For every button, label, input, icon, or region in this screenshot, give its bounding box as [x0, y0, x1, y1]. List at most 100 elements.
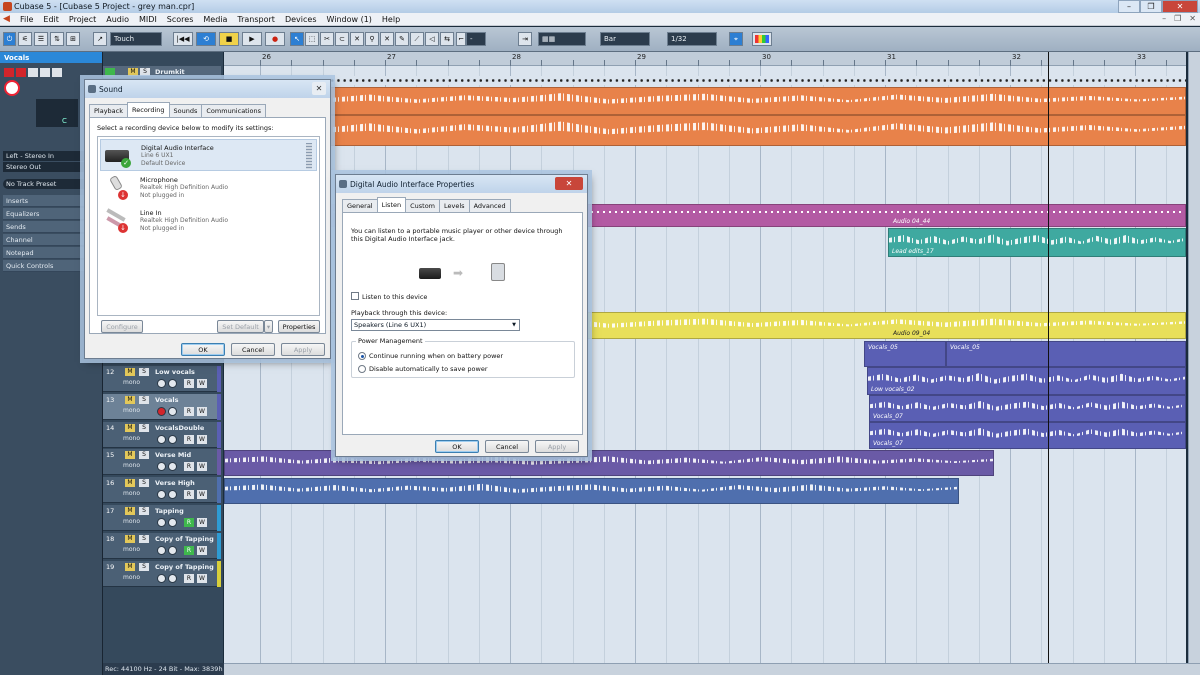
read-icon[interactable] [28, 68, 38, 77]
menu-help[interactable]: Help [377, 15, 405, 24]
monitor-icon[interactable] [168, 518, 177, 527]
record-enable-icon[interactable] [157, 462, 166, 471]
solo-icon[interactable] [16, 68, 26, 77]
tab-listen[interactable]: Listen [376, 197, 407, 212]
lead-edits-event[interactable]: Lead edits_17 [888, 228, 1186, 257]
cycle-button[interactable]: ⟲ [196, 32, 216, 46]
activate-project-button[interactable]: ⏻ [3, 32, 16, 46]
track-row[interactable]: 15 M S Verse Mid mono R W [103, 449, 221, 475]
read-automation-button[interactable]: R [184, 379, 194, 388]
mute-button[interactable]: M [125, 479, 135, 487]
vocals-07-event-b[interactable]: Vocals_07 [869, 422, 1186, 449]
solo-button[interactable]: S [139, 479, 149, 487]
disable-automatically-radio[interactable] [358, 365, 366, 373]
device-microphone[interactable]: ↓ Microphone Realtek High Definition Aud… [100, 172, 317, 204]
write-icon[interactable] [40, 68, 50, 77]
properties-ok-button[interactable]: OK [435, 440, 479, 453]
read-automation-button[interactable]: R [184, 546, 194, 555]
sliders-icon[interactable]: ⇅ [50, 32, 64, 46]
grid-select[interactable]: ▦▦ [538, 32, 586, 46]
write-automation-button[interactable]: W [197, 407, 207, 416]
sound-dialog-close-button[interactable]: ✕ [312, 82, 326, 95]
horizontal-scrollbar[interactable] [224, 663, 1200, 675]
scrub-tool[interactable]: ⇆ [440, 32, 454, 46]
verse-high-event[interactable] [224, 478, 959, 504]
properties-dialog-close-button[interactable]: ✕ [555, 177, 583, 190]
color-palette-button[interactable] [752, 32, 772, 46]
snap-icon[interactable]: ⇥ [518, 32, 532, 46]
monitor-icon[interactable] [168, 407, 177, 416]
audio-event-orange-1[interactable] [224, 87, 1186, 115]
solo-button[interactable]: S [139, 396, 149, 404]
timeline-ruler[interactable]: 26 27 28 29 30 31 32 33 [224, 52, 1186, 66]
project-cursor[interactable] [1048, 52, 1049, 663]
tab-general[interactable]: General [342, 199, 378, 212]
track-row[interactable]: 13 M S Vocals mono R W [103, 394, 221, 420]
mute-button[interactable]: M [125, 451, 135, 459]
record-enable-icon[interactable] [157, 518, 166, 527]
pan-fader-display[interactable]: C [36, 99, 78, 127]
constrain-delay-icon[interactable]: ⚟ [18, 32, 32, 46]
properties-apply-button[interactable]: Apply [535, 440, 579, 453]
write-automation-button[interactable]: W [197, 462, 207, 471]
set-default-dropdown[interactable]: ▾ [264, 320, 273, 333]
record-button[interactable]: ● [265, 32, 285, 46]
draw-tool[interactable]: ✎ [395, 32, 409, 46]
close-button[interactable]: ✕ [1162, 0, 1198, 13]
drumkit-mute-button[interactable]: M [128, 68, 138, 76]
read-automation-button[interactable]: R [184, 462, 194, 471]
menu-midi[interactable]: MIDI [134, 15, 162, 24]
monitor-icon[interactable] [168, 462, 177, 471]
line-tool[interactable]: ⟋ [410, 32, 424, 46]
menu-media[interactable]: Media [198, 15, 232, 24]
snap-type-select[interactable]: Bar [600, 32, 650, 46]
zoom-tool[interactable]: ⚲ [365, 32, 379, 46]
monitor-icon[interactable] [168, 490, 177, 499]
monitor-icon[interactable] [168, 435, 177, 444]
tab-custom[interactable]: Custom [405, 199, 441, 212]
stop-button[interactable]: ■ [219, 32, 239, 46]
drumkit-solo-button[interactable]: S [140, 68, 150, 76]
vocals-05-event-b[interactable]: Vocals_05 [946, 341, 1186, 367]
track-row[interactable]: 14 M S VocalsDouble mono R W [103, 422, 221, 448]
minimize-button[interactable]: – [1118, 0, 1140, 13]
solo-button[interactable]: S [139, 451, 149, 459]
record-enable-icon[interactable] [157, 546, 166, 555]
maximize-button[interactable]: ❐ [1140, 0, 1162, 13]
tab-communications[interactable]: Communications [201, 104, 267, 117]
write-automation-button[interactable]: W [197, 518, 207, 527]
play-tool[interactable]: ◁ [425, 32, 439, 46]
read-automation-button[interactable]: R [184, 518, 194, 527]
sound-apply-button[interactable]: Apply [281, 343, 325, 356]
glue-tool[interactable]: ⊂ [335, 32, 349, 46]
window-layout-icon[interactable]: ☰ [34, 32, 48, 46]
automation-icon[interactable]: ↗ [93, 32, 107, 46]
write-automation-button[interactable]: W [197, 435, 207, 444]
object-selection-tool[interactable]: ↖ [290, 32, 304, 46]
solo-button[interactable]: S [139, 424, 149, 432]
device-line-in[interactable]: ↓ Line In Realtek High Definition Audio … [100, 205, 317, 237]
quantize-select[interactable]: 1/32 [667, 32, 717, 46]
monitor-icon[interactable] [168, 379, 177, 388]
solo-button[interactable]: S [139, 535, 149, 543]
mute-button[interactable]: M [125, 368, 135, 376]
properties-cancel-button[interactable]: Cancel [485, 440, 529, 453]
write-automation-button[interactable]: W [197, 574, 207, 583]
mute-button[interactable]: M [125, 563, 135, 571]
tab-sounds[interactable]: Sounds [168, 104, 203, 117]
properties-button[interactable]: Properties [278, 320, 320, 333]
write-automation-button[interactable]: W [197, 490, 207, 499]
menu-devices[interactable]: Devices [280, 15, 322, 24]
tab-levels[interactable]: Levels [439, 199, 470, 212]
configure-button[interactable]: Configure [101, 320, 143, 333]
mute-button[interactable]: M [125, 424, 135, 432]
menu-scores[interactable]: Scores [162, 15, 199, 24]
properties-dialog-titlebar[interactable]: Digital Audio Interface Properties ✕ [336, 175, 587, 193]
nudge-icon[interactable]: ⌐ [456, 32, 466, 46]
doc-minimize-button[interactable]: – [1162, 14, 1166, 23]
record-enable-icon[interactable] [157, 435, 166, 444]
track-row[interactable]: 16 M S Verse High mono R W [103, 477, 221, 503]
track-row[interactable]: 12 M S Low vocals mono R W [103, 366, 221, 392]
record-enable-icon[interactable] [157, 379, 166, 388]
record-enable-icon[interactable] [4, 80, 20, 96]
